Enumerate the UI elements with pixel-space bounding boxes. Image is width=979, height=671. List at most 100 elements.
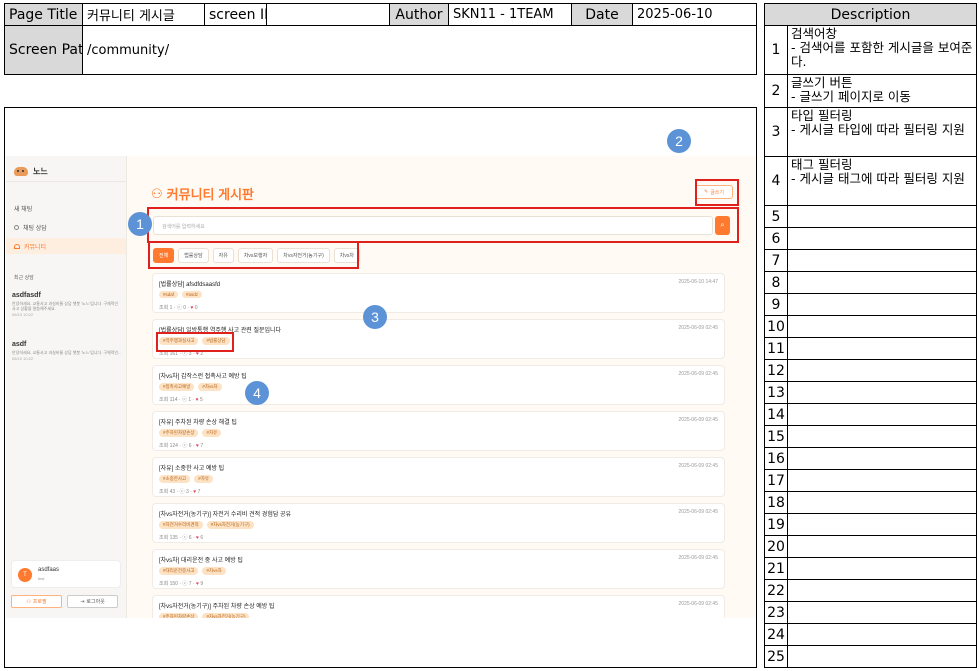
- post-likes: 0: [194, 305, 198, 311]
- post-tags: #대리운전중사고 #차vs차: [159, 567, 226, 575]
- description-row-number: 8: [764, 271, 788, 294]
- description-row-text: [787, 337, 977, 360]
- post-stats: 조회 114 · ⓒ 1 ·: [159, 397, 195, 403]
- logout-icon: ⇥: [80, 598, 85, 605]
- post-likes: 9: [200, 581, 204, 587]
- post-meta: 조회 135 · ⓒ 6 · ♥ 6: [159, 534, 203, 541]
- tag-chip[interactable]: #차vs자전거(농기구): [202, 613, 250, 618]
- user-card[interactable]: T asdfaas test: [11, 560, 121, 588]
- description-row-number: 22: [764, 579, 788, 602]
- post-stats: 조회 150 · ⓒ 7 ·: [159, 581, 195, 587]
- post-meta: 조회 1 · ⓒ 0 · ♥ 0: [159, 304, 198, 311]
- heart-icon: ♥: [196, 581, 199, 587]
- description-row-text: [787, 293, 977, 316]
- post-date: 2025-06-09 02:45: [678, 325, 718, 331]
- tag-chip[interactable]: #asdz: [182, 291, 203, 298]
- post-stats: 조회 1 · ⓒ 0 ·: [159, 305, 190, 311]
- description-row-text: 타입 필터링 - 게시글 타입에 따라 필터링 지원: [787, 107, 977, 157]
- description-row-number: 11: [764, 337, 788, 360]
- screen-path-value: /community/: [82, 25, 757, 75]
- tag-chip[interactable]: #대리운전중사고: [159, 567, 199, 575]
- new-chat-button[interactable]: 새 채팅: [14, 204, 32, 213]
- profile-button[interactable]: ⚇ 프로필: [11, 595, 62, 608]
- heart-icon: ♥: [196, 443, 199, 449]
- description-row-text: [787, 271, 977, 294]
- description-row-number: 19: [764, 513, 788, 536]
- sidebar-divider: [6, 181, 126, 182]
- tag-chip[interactable]: #주차된차량손상: [159, 429, 199, 437]
- post-card[interactable]: [차vs자전거(농기구)] 주차된 차량 손상 예방 팁 2025-06-09 0…: [152, 595, 725, 618]
- post-card[interactable]: [차vs차] 갑작스런 접촉사고 예방 팁 2025-06-09 02:45 #접촉…: [152, 365, 725, 405]
- post-card[interactable]: [차vs자전거(농기구)] 자전거 수리비 견적 경험담 공유 2025-06-0…: [152, 503, 725, 543]
- post-tags: #접촉사고예방 #차vs차: [159, 383, 222, 391]
- post-card[interactable]: [자유] 주차된 차량 손상 해결 팁 2025-06-09 02:45 #주차된차…: [152, 411, 725, 451]
- post-date: 2025-06-09 02:45: [678, 555, 718, 561]
- recent-item-time: 06/10 10:22: [12, 312, 34, 317]
- description-row-text: [787, 513, 977, 536]
- page-title: 커뮤니티 게시판: [166, 187, 254, 202]
- tag-chip[interactable]: #자유: [202, 429, 222, 437]
- tag-chip[interactable]: #자유: [194, 475, 213, 483]
- tag-chip[interactable]: #차vs자전거(농기구): [206, 521, 254, 529]
- logout-button[interactable]: ⇥ 로그아웃: [67, 595, 118, 608]
- logo[interactable]: 노느: [14, 166, 48, 177]
- page-title-label: Page Title: [4, 3, 83, 26]
- description-row-text: [787, 315, 977, 338]
- description-row-text: [787, 227, 977, 250]
- description-row-number: 25: [764, 645, 788, 668]
- post-meta: 조회 43 · ⓒ 3 · ♥ 7: [159, 488, 200, 495]
- tag-chip[interactable]: #주차된차량손상: [159, 613, 199, 618]
- post-card[interactable]: [자유] 소중한 사고 예방 팁 2025-06-09 02:45 #소중한사고 #자…: [152, 457, 725, 497]
- tag-chip[interactable]: #접촉사고예방: [159, 383, 195, 391]
- post-card[interactable]: [법률상담] 일방통행 역주행 사고 관련 질문입니다 2025-06-09 02…: [152, 319, 725, 359]
- screen-path-label: Screen Path: [4, 25, 83, 75]
- marker-2: 2: [667, 129, 691, 153]
- screen-id-value: [266, 3, 390, 26]
- description-row-number: 4: [764, 156, 788, 206]
- post-title: [차vs차] 대리운전 중 사고 예방 팁: [159, 558, 243, 564]
- description-row-number: 1: [764, 25, 788, 75]
- post-likes: 5: [199, 397, 203, 403]
- recent-item[interactable]: asdfasdf 안녕하세요, 교통사고 과실비율 상담 챗봇 '노느'입니다.…: [12, 292, 122, 317]
- post-tags: #주차된차량손상 #차vs자전거(농기구): [159, 613, 250, 618]
- description-row-number: 2: [764, 74, 788, 108]
- post-date: 2025-06-09 02:45: [678, 601, 718, 607]
- tag-chip[interactable]: #sdaf: [159, 291, 179, 298]
- avatar: T: [18, 568, 32, 582]
- description-row-number: 7: [764, 249, 788, 272]
- recent-item[interactable]: asdf 안녕하세요, 교통사고 과실비율 상담 챗봇 '노느'입니다. 구체적…: [12, 341, 122, 361]
- sidebar-item-chat[interactable]: 채팅 상담: [14, 223, 47, 232]
- description-row-text: [787, 381, 977, 404]
- recent-item-preview: 안녕하세요, 교통사고 과실비율 상담 챗봇 '노느'입니다. 구체적인...: [12, 350, 122, 355]
- post-stats: 조회 43 · ⓒ 3 ·: [159, 489, 192, 495]
- post-meta: 조회 124 · ⓒ 6 · ♥ 7: [159, 442, 203, 449]
- date-value: 2025-06-10: [632, 3, 757, 26]
- post-likes: 7: [197, 489, 201, 495]
- description-row-number: 17: [764, 469, 788, 492]
- tag-chip[interactable]: #자전거수리비견적: [159, 521, 203, 529]
- tag-chip[interactable]: #차vs차: [198, 383, 222, 391]
- annotation-box-type-filter: [148, 241, 359, 269]
- tag-chip[interactable]: #소중한사고: [159, 475, 191, 483]
- description-row-number: 14: [764, 403, 788, 426]
- description-row-text: [787, 491, 977, 514]
- post-title: [자유] 주차된 차량 손상 해결 팁: [159, 420, 237, 426]
- sidebar-item-community[interactable]: 커뮤니티: [6, 238, 126, 254]
- post-tags: #주차된차량손상 #자유: [159, 429, 222, 437]
- post-card[interactable]: [법률상담] afsdfdsaasfd 2025-06-10 14:47 #sdaf…: [152, 273, 725, 313]
- post-tags: #소중한사고 #자유: [159, 475, 213, 483]
- logo-text: 노느: [33, 167, 48, 176]
- post-card[interactable]: [차vs차] 대리운전 중 사고 예방 팁 2025-06-09 02:45 #대리…: [152, 549, 725, 589]
- author-label: Author: [389, 3, 449, 26]
- description-row-number: 23: [764, 601, 788, 624]
- tag-chip[interactable]: #차vs차: [202, 567, 226, 575]
- description-row-text: [787, 359, 977, 382]
- description-row-text: [787, 425, 977, 448]
- description-row-number: 9: [764, 293, 788, 316]
- community-icon: [14, 243, 20, 249]
- heart-icon: ♥: [196, 535, 199, 541]
- post-meta: 조회 114 · ⓒ 1 · ♥ 5: [159, 396, 203, 403]
- post-date: 2025-06-09 02:45: [678, 463, 718, 469]
- screen-id-label: screen ID: [204, 3, 267, 26]
- recent-label: 최근 상담: [14, 275, 34, 281]
